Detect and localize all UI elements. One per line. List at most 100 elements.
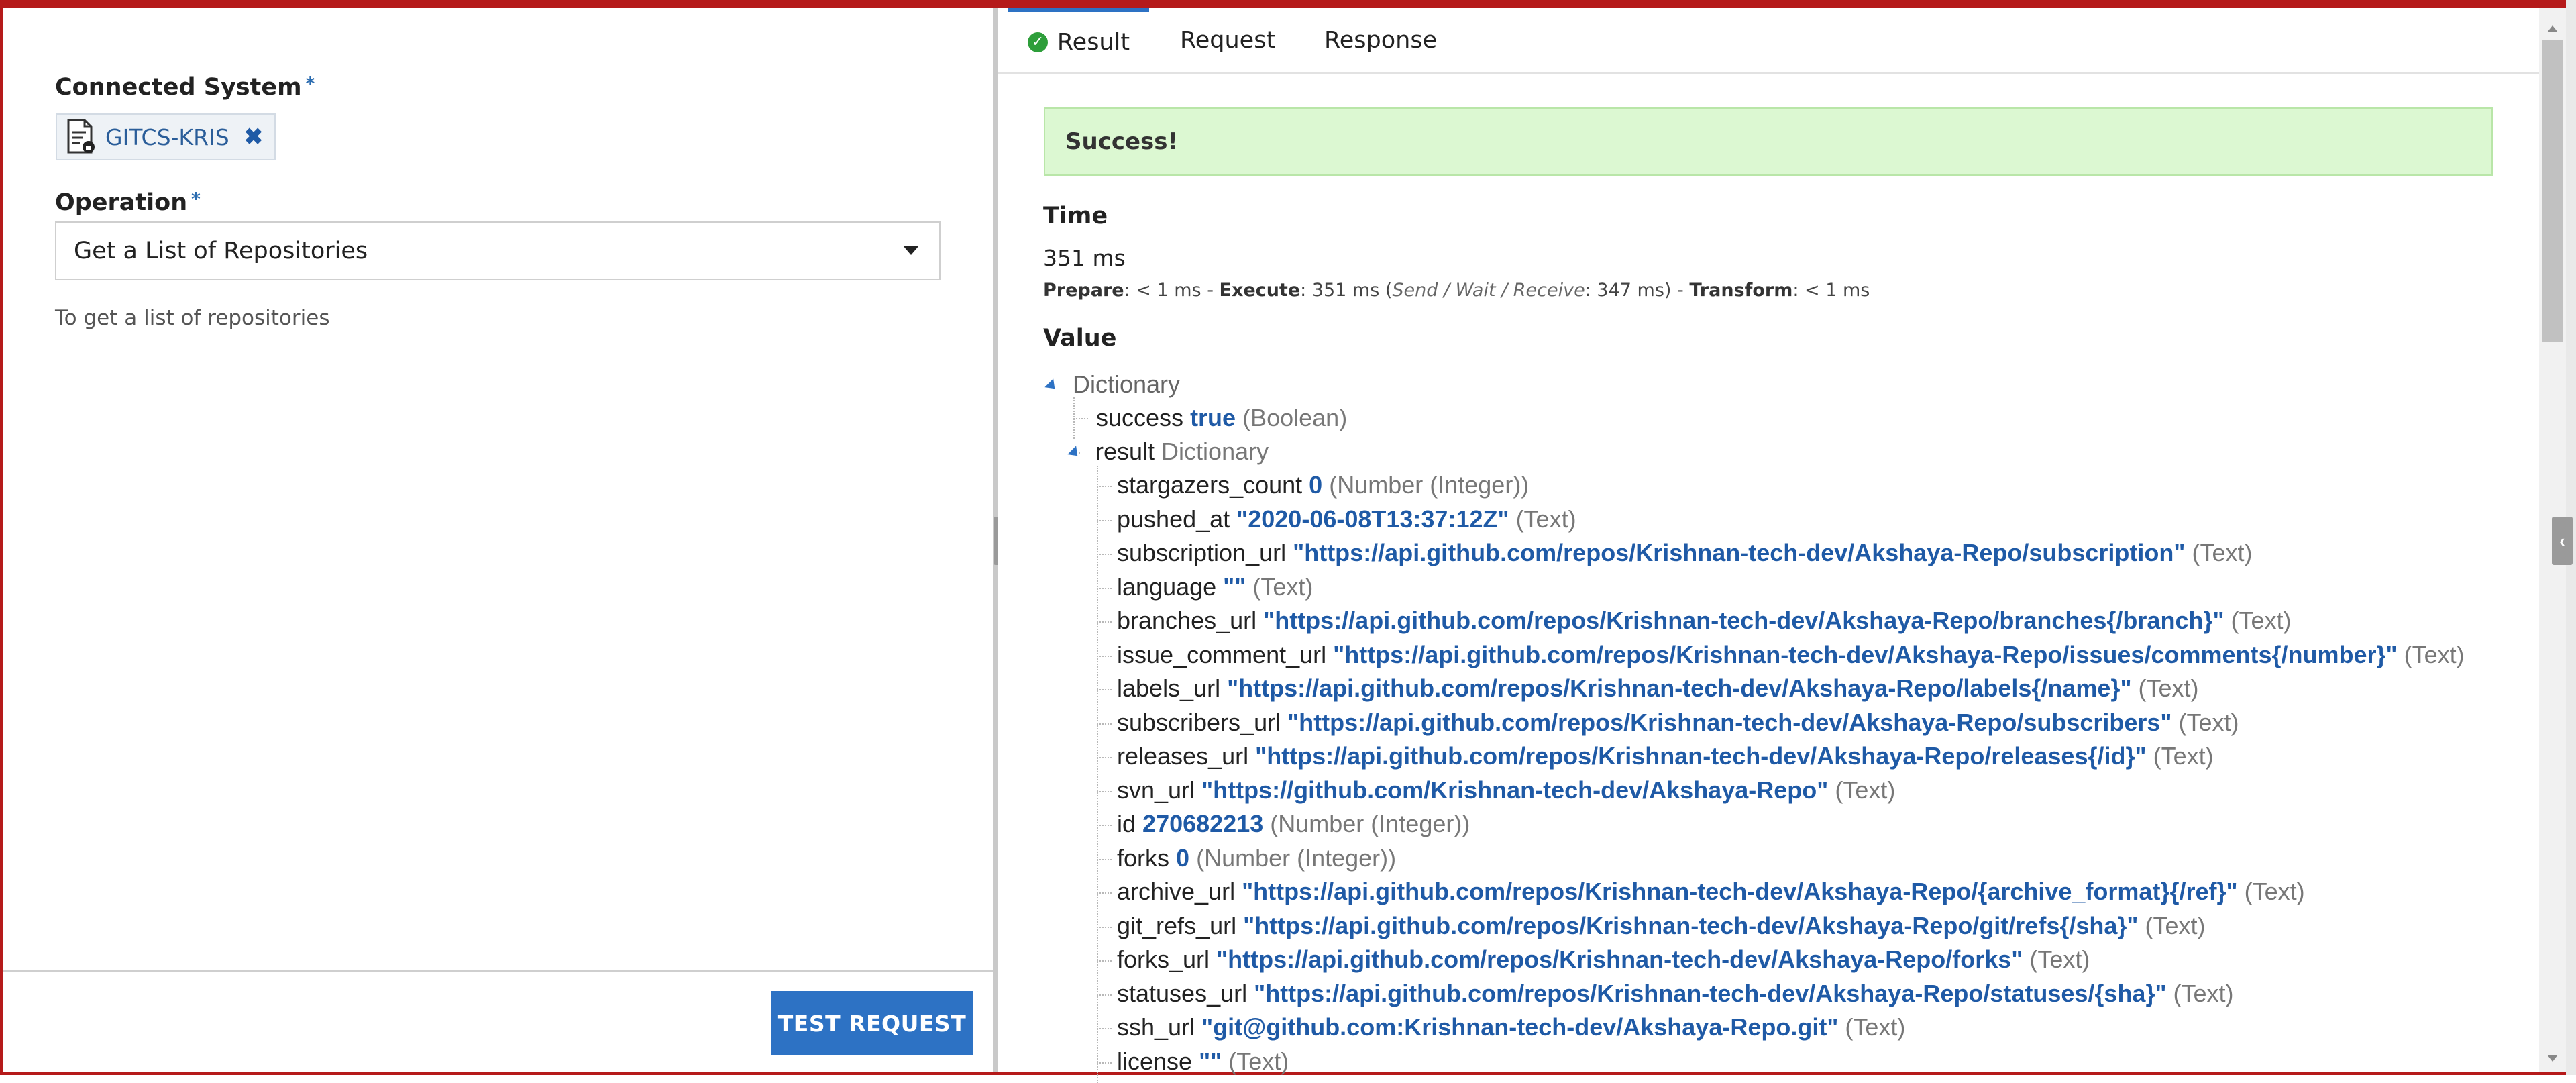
tree-type: (Text) (2231, 607, 2292, 634)
tree-guide (1097, 892, 1112, 894)
timing-breakdown: Prepare: < 1 ms - Execute: 351 ms (Send … (1043, 280, 1870, 301)
tree-key: subscription_url (1117, 539, 1287, 566)
tree-type: (Boolean) (1242, 404, 1348, 431)
tree-value: 0 (1176, 843, 1190, 872)
tree-type: (Text) (2178, 708, 2239, 736)
tree-key: language (1117, 572, 1217, 601)
tree-root[interactable]: Dictionary (1044, 370, 1181, 399)
tree-type: (Text) (1835, 776, 1896, 804)
tree-value: "https://github.com/Krishnan-tech-dev/Ak… (1201, 776, 1829, 804)
scroll-down-icon[interactable] (2547, 1055, 2558, 1062)
tree-key: statuses_url (1117, 979, 1248, 1007)
tree-row-issue-comment-url: issue_comment_url "https://api.github.co… (1117, 641, 2465, 669)
time-title: Time (1043, 203, 1108, 229)
tree-key: stargazers_count (1117, 471, 1303, 499)
tree-type: (Number (Integer)) (1196, 843, 1397, 872)
tree-value: "https://api.github.com/repos/Krishnan-t… (1255, 742, 2147, 770)
tree-guide (1097, 519, 1112, 521)
tree-value: "https://api.github.com/repos/Krishnan-t… (1227, 674, 2132, 702)
tree-guide (1097, 790, 1112, 792)
tab-request-label: Request (1180, 27, 1276, 54)
send-wait-receive-label: Send / Wait / Receive (1392, 280, 1585, 301)
required-marker: * (191, 189, 201, 209)
tree-guide (1097, 960, 1112, 962)
tree-type: (Number (Integer)) (1329, 471, 1529, 499)
tree-type: (Text) (1228, 1047, 1289, 1075)
connected-system-chip-label: GITCS-KRIS (105, 123, 229, 150)
time-value: 351 ms (1043, 245, 1126, 271)
execute-value: : 351 ms ( (1300, 280, 1393, 301)
tree-value: "https://api.github.com/repos/Krishnan-t… (1216, 945, 2023, 973)
tree-type: (Text) (2153, 742, 2214, 770)
footer-divider (3, 970, 993, 972)
tree-expanded-icon[interactable] (1067, 446, 1082, 461)
tree-expanded-icon[interactable] (1044, 378, 1059, 394)
tab-response[interactable]: Response (1324, 8, 1437, 72)
tree-value: "https://api.github.com/repos/Krishnan-t… (1242, 878, 2238, 905)
tree-row-stargazers-count: stargazers_count 0 (Number (Integer)) (1117, 471, 1529, 499)
chevron-down-icon (903, 246, 919, 255)
tree-guide (1097, 466, 1098, 1083)
tree-row-branches-url: branches_url "https://api.github.com/rep… (1117, 607, 2292, 635)
scroll-up-icon[interactable] (2547, 25, 2558, 32)
tree-row-ssh-url: ssh_url "git@github.com:Krishnan-tech-de… (1117, 1013, 1905, 1041)
tree-type: Dictionary (1161, 437, 1269, 465)
connected-system-chip[interactable]: GITCS-KRIS ✖ (56, 113, 276, 160)
tab-response-label: Response (1324, 27, 1438, 54)
configuration-panel: Connected System * GITCS-KRIS ✖ Operation… (3, 8, 993, 1072)
tree-row-subscription-url: subscription_url "https://api.github.com… (1117, 539, 2252, 567)
tree-key: success (1096, 404, 1184, 431)
tree-value: "https://api.github.com/repos/Krishnan-t… (1243, 911, 2139, 939)
required-marker: * (305, 74, 315, 94)
scroll-thumb[interactable] (2542, 40, 2563, 342)
tree-value: "" (1199, 1047, 1222, 1075)
tree-key: pushed_at (1117, 505, 1230, 533)
tree-guide (1073, 418, 1088, 419)
tree-type: (Text) (2192, 539, 2253, 566)
check-circle-icon: ✓ (1027, 32, 1048, 52)
tree-row-result[interactable]: result Dictionary (1067, 437, 1269, 466)
transform-label: Transform (1689, 280, 1793, 301)
window-frame-top (0, 0, 2576, 8)
send-wait-receive-value: : 347 ms) - (1585, 280, 1690, 301)
tree-row-license: license "" (Text) (1117, 1047, 1289, 1076)
connected-system-label-text: Connected System (55, 74, 302, 101)
tree-guide (1097, 926, 1112, 928)
tab-request[interactable]: Request (1180, 8, 1275, 72)
operation-help-text: To get a list of repositories (55, 306, 330, 330)
tree-type: (Text) (2173, 979, 2234, 1007)
tree-type: (Text) (1845, 1013, 1906, 1041)
tree-guide (1097, 554, 1112, 555)
tree-key: labels_url (1117, 674, 1221, 702)
tree-root-type: Dictionary (1073, 370, 1181, 398)
tree-row-forks-url: forks_url "https://api.github.com/repos/… (1117, 945, 2090, 974)
tree-row-pushed-at: pushed_at "2020-06-08T13:37:12Z" (Text) (1117, 505, 1576, 533)
tree-guide (1097, 858, 1112, 860)
result-tabs: ✓ Result Request Response (998, 8, 2539, 74)
tree-row-forks: forks 0 (Number (Integer)) (1117, 844, 1396, 872)
tree-guide (1097, 1062, 1112, 1064)
tree-guide (1097, 655, 1112, 657)
tree-guide (1097, 723, 1112, 725)
prepare-value: : < 1 ms - (1124, 280, 1220, 301)
operation-select[interactable]: Get a List of Repositories (55, 221, 941, 280)
test-request-button[interactable]: TEST REQUEST (771, 991, 973, 1055)
tree-key: result (1095, 437, 1155, 465)
tree-guide (1097, 486, 1112, 487)
tree-guide (1097, 689, 1112, 690)
chevron-left-icon[interactable]: ‹ (2552, 517, 2573, 565)
tab-result[interactable]: ✓ Result (1008, 8, 1149, 72)
operation-select-value: Get a List of Repositories (74, 238, 368, 264)
tree-key: forks (1117, 843, 1170, 872)
tree-row-releases-url: releases_url "https://api.github.com/rep… (1117, 742, 2214, 770)
close-icon[interactable]: ✖ (244, 123, 264, 150)
tree-row-statuses-url: statuses_url "https://api.github.com/rep… (1117, 980, 2234, 1008)
tree-key: branches_url (1117, 607, 1257, 634)
result-panel: ✓ Result Request Response Success! Time … (998, 8, 2566, 1083)
tree-key: ssh_url (1117, 1013, 1195, 1041)
success-banner: Success! (1044, 107, 2493, 176)
tree-value: "https://api.github.com/repos/Krishnan-t… (1287, 708, 2172, 736)
tree-value: "https://api.github.com/repos/Krishnan-t… (1263, 607, 2224, 634)
tree-key: subscribers_url (1117, 708, 1281, 736)
tree-key: forks_url (1117, 945, 1210, 973)
